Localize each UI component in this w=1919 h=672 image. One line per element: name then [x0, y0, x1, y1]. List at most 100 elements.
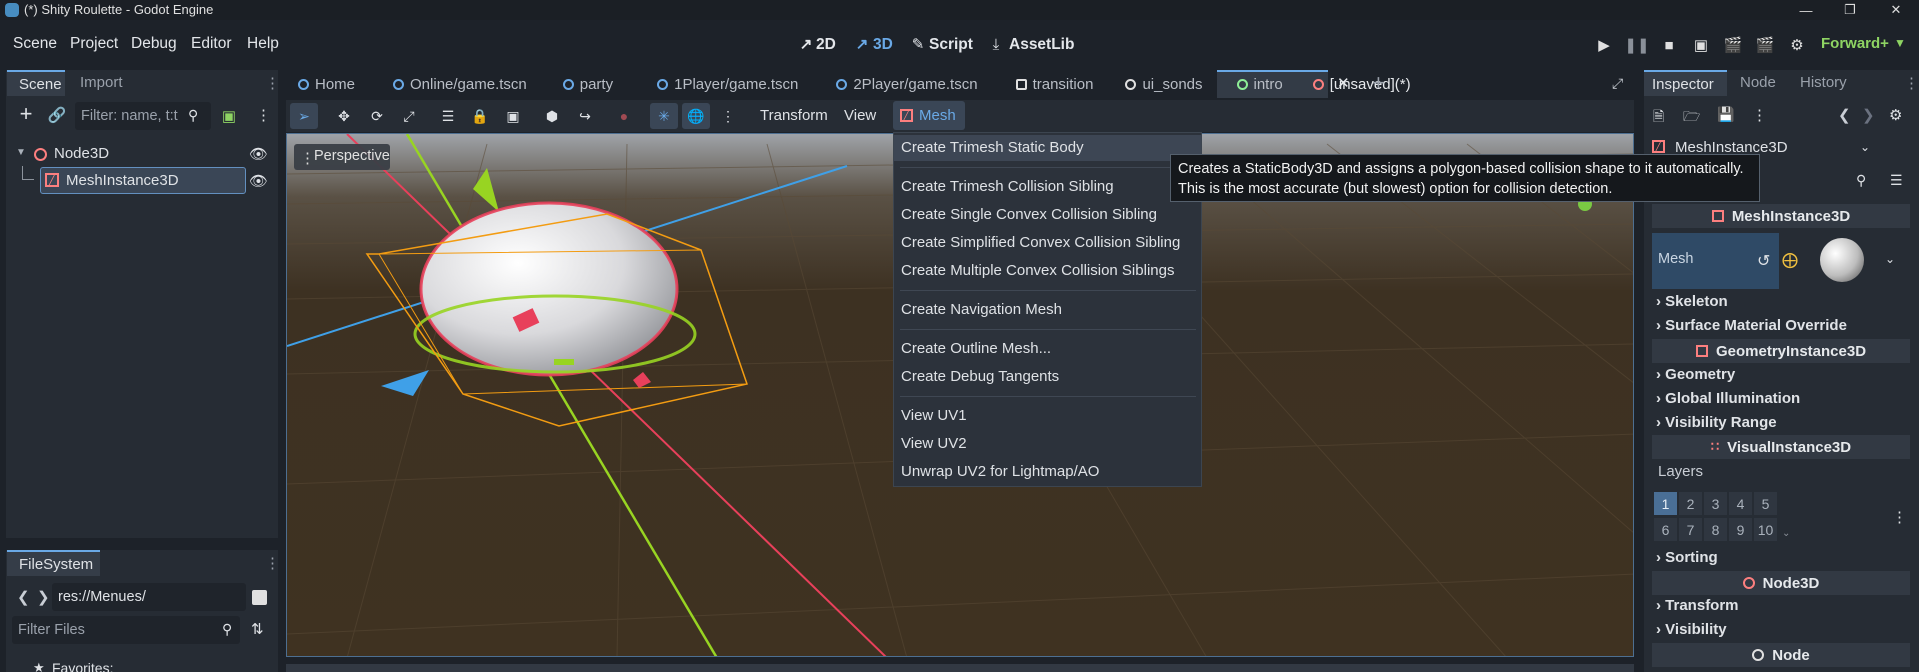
snap-icon[interactable]: ↪	[571, 103, 599, 129]
layer-toggle[interactable]: 6	[1654, 518, 1677, 541]
layer-toggle[interactable]: 9	[1729, 518, 1752, 541]
tab-node[interactable]: Node	[1740, 74, 1776, 91]
split-mode-icon[interactable]	[252, 590, 267, 605]
filter-files-input[interactable]: Filter Files ⚲	[12, 616, 240, 644]
group-icon[interactable]: ▣	[499, 103, 527, 129]
scene-tab[interactable]: [unsaved](*)	[1312, 76, 1411, 93]
minimize-button[interactable]: —	[1783, 0, 1829, 20]
menu-item-view-uv2[interactable]: View UV2	[894, 431, 1201, 457]
movie-maker-icon[interactable]: ⚙	[1784, 34, 1810, 56]
tree-node3d[interactable]: Node3D	[54, 145, 109, 162]
menu-item-view-uv1[interactable]: View UV1	[894, 403, 1201, 429]
menu-item-create-simplified-convex-collision-sibling[interactable]: Create Simplified Convex Collision Sibli…	[894, 230, 1201, 256]
maximize-button[interactable]: ❐	[1827, 0, 1873, 20]
kebab-menu-icon[interactable]: ⋮	[1904, 74, 1919, 92]
chevron-down-icon[interactable]: ▼	[1894, 36, 1906, 50]
new-resource-icon[interactable]: 🗎	[1653, 106, 1664, 130]
chevron-down-icon[interactable]: ⌄	[1860, 140, 1870, 154]
transform-menu[interactable]: Transform	[760, 107, 828, 124]
inspector-section[interactable]: › Sorting	[1656, 549, 1718, 566]
layers-dropdown-icon[interactable]: ⌄	[1782, 528, 1790, 539]
history-back-icon[interactable]: ❮	[1838, 106, 1851, 124]
scene-tab[interactable]: party	[562, 76, 613, 93]
distraction-free-icon[interactable]: ⤢	[1612, 75, 1623, 92]
inspector-section[interactable]: › Surface Material Override	[1656, 317, 1847, 334]
workspace-assetlib[interactable]: AssetLib	[1009, 36, 1074, 54]
sort-icon[interactable]: ⇅	[251, 620, 264, 638]
save-resource-icon[interactable]: 💾	[1717, 106, 1734, 123]
menu-item-unwrap-uv2[interactable]: Unwrap UV2 for Lightmap/AO	[894, 459, 1201, 485]
scene-tab[interactable]: Online/game.tscn	[393, 76, 527, 93]
forward-icon[interactable]: ❯	[37, 588, 50, 606]
layer-toggle[interactable]: 8	[1704, 518, 1727, 541]
scene-tab[interactable]: ui_sonds	[1125, 76, 1203, 93]
revert-icon[interactable]: ↺	[1757, 251, 1770, 271]
remote-debug-icon[interactable]: ▣	[1688, 34, 1714, 56]
tab-inspector[interactable]: Inspector	[1644, 70, 1727, 96]
load-resource-icon[interactable]: 🗁	[1683, 106, 1700, 130]
layer-toggle[interactable]: 1	[1654, 492, 1677, 515]
tab-scene[interactable]: Scene	[7, 70, 65, 96]
history-forward-icon[interactable]: ❯	[1862, 106, 1875, 124]
search-icon[interactable]: ⚲	[1856, 172, 1866, 189]
camera-override-icon[interactable]: ●	[610, 103, 638, 129]
inspector-section[interactable]: › Skeleton	[1656, 293, 1728, 310]
layer-toggle[interactable]: 4	[1729, 492, 1752, 515]
scene-tab[interactable]: Home	[298, 76, 355, 93]
inspector-section[interactable]: › Visibility	[1656, 621, 1727, 638]
kebab-menu-icon[interactable]: ⋮	[1892, 508, 1907, 526]
lock-icon[interactable]: 🔒	[466, 103, 494, 129]
layer-toggle[interactable]: 3	[1704, 492, 1727, 515]
kebab-menu-icon[interactable]: ⋮	[714, 103, 742, 129]
move-tool-icon[interactable]: ✥	[330, 103, 358, 129]
play-scene-icon[interactable]: 🎬	[1720, 34, 1746, 56]
mesh-menu-button[interactable]: ╱ Mesh	[893, 101, 965, 130]
menu-item-create-navigation-mesh[interactable]: Create Navigation Mesh	[894, 297, 1201, 323]
workspace-script[interactable]: Script	[929, 36, 973, 54]
instance-scene-icon[interactable]: ▣	[219, 106, 239, 126]
menu-help[interactable]: Help	[247, 35, 279, 53]
rotate-tool-icon[interactable]: ⟳	[363, 103, 391, 129]
menu-item-create-debug-tangents[interactable]: Create Debug Tangents	[894, 364, 1201, 390]
scene-filter-input[interactable]: Filter: name, t:t ⚲	[75, 102, 211, 130]
scene-tab[interactable]: intro	[1236, 76, 1283, 93]
perspective-button[interactable]: ⋮ Perspective	[294, 144, 390, 170]
menu-project[interactable]: Project	[70, 35, 118, 53]
menu-item-create-trimesh-collision-sibling[interactable]: Create Trimesh Collision Sibling	[894, 174, 1201, 200]
local-space-icon[interactable]: ⬢	[538, 103, 566, 129]
filter-settings-icon[interactable]: ☰	[1890, 172, 1903, 189]
scene-tab[interactable]: 1Player/game.tscn	[657, 76, 798, 93]
chevron-down-icon[interactable]: ⌄	[1885, 252, 1895, 266]
stop-icon[interactable]: ■	[1656, 34, 1682, 56]
add-tab-icon[interactable]: +	[1372, 70, 1385, 96]
kebab-menu-icon[interactable]: ⋮	[265, 74, 280, 92]
inspector-section[interactable]: › Global Illumination	[1656, 390, 1800, 407]
tree-meshinstance3d[interactable]: MeshInstance3D	[66, 172, 179, 189]
play-icon[interactable]: ▶	[1591, 34, 1617, 56]
object-history-icon[interactable]: ⚙	[1889, 106, 1902, 124]
path-field[interactable]: res://Menues/	[52, 583, 246, 611]
inspector-section[interactable]: › Transform	[1656, 597, 1739, 614]
layer-toggle[interactable]: 5	[1754, 492, 1777, 515]
menu-scene[interactable]: Scene	[13, 35, 57, 53]
tab-import[interactable]: Import	[80, 74, 123, 91]
close-tab-icon[interactable]: ✕	[1337, 74, 1350, 92]
close-window-button[interactable]: ✕	[1873, 0, 1919, 20]
view-menu[interactable]: View	[844, 107, 876, 124]
scene-tab[interactable]: transition	[1015, 76, 1093, 93]
renderer-select[interactable]: Forward+	[1821, 35, 1889, 52]
scale-tool-icon[interactable]: ⤢	[395, 103, 423, 129]
menu-editor[interactable]: Editor	[191, 35, 232, 53]
pause-icon[interactable]: ❚❚	[1624, 34, 1650, 56]
back-icon[interactable]: ❮	[17, 588, 30, 606]
collapse-arrow-icon[interactable]: ▼	[16, 147, 26, 158]
eye-icon[interactable]: 👁	[249, 145, 268, 163]
menu-debug[interactable]: Debug	[131, 35, 177, 53]
environment-preview-icon[interactable]: 🌐	[682, 103, 710, 129]
workspace-3d[interactable]: 3D	[873, 36, 893, 54]
link-icon[interactable]: 🔗	[48, 106, 67, 124]
mesh-preview-sphere[interactable]	[1820, 238, 1864, 282]
sun-preview-icon[interactable]: ✳	[650, 103, 678, 129]
menu-item-create-multiple-convex-collision-siblings[interactable]: Create Multiple Convex Collision Sibling…	[894, 258, 1201, 284]
eye-icon[interactable]: 👁	[249, 172, 268, 190]
